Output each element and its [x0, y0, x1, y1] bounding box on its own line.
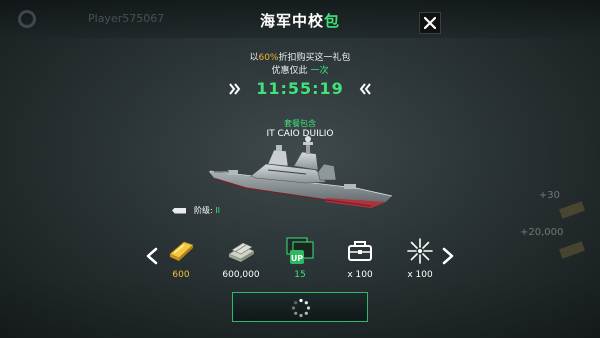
- offer-line-1: 以60%折扣购买这一礼包: [0, 52, 600, 65]
- popup-title: 海军中校包: [0, 10, 600, 31]
- close-icon: [424, 17, 436, 29]
- package-contents-label: 套餐包含: [284, 119, 316, 128]
- warship-image: [207, 136, 393, 208]
- reward-gold: 600: [151, 236, 211, 286]
- double-chevron-left-icon: [359, 82, 371, 95]
- reward-upgrade: UP 15: [270, 236, 330, 286]
- purchase-button[interactable]: [232, 292, 368, 322]
- cash-stack-icon: [228, 242, 255, 262]
- gold-bar-icon: [169, 241, 194, 261]
- tier-value: II: [215, 206, 220, 215]
- countdown-row: 11:55:19: [0, 78, 600, 98]
- toolbox-icon: [348, 241, 372, 261]
- reward-cash-qty: 600,000: [222, 270, 260, 280]
- offer-suffix: 折扣购买这一礼包: [278, 53, 351, 63]
- offer-text: 以60%折扣购买这一礼包 优惠仅此 一次: [0, 52, 600, 78]
- tier-label: 阶级:: [194, 206, 213, 215]
- countdown-timer: 11:55:19: [256, 79, 344, 98]
- reward-starburst-qty: x 100: [407, 270, 433, 280]
- offer-discount: 60%: [258, 53, 279, 63]
- popup-title-accent: 包: [324, 12, 341, 30]
- background-side-value-2: +20,000: [520, 227, 564, 238]
- tier-flag-icon: [172, 207, 186, 214]
- reward-starburst: x 100: [390, 236, 450, 286]
- svg-text:UP: UP: [291, 254, 303, 263]
- upgrade-box-icon: UP: [286, 237, 314, 264]
- popup-title-main: 海军中校: [259, 12, 324, 30]
- offer-limit-accent: 一次: [310, 66, 329, 76]
- reward-gold-qty: 600: [172, 270, 190, 280]
- background-side-value-1: +30: [538, 190, 560, 201]
- offer-line-2: 优惠仅此 一次: [0, 65, 600, 78]
- background-side-panel: +30 +20,000: [520, 190, 600, 280]
- reward-upgrade-qty: 15: [294, 270, 306, 280]
- loading-spinner-icon: [291, 298, 311, 318]
- reward-cash: 600,000: [211, 236, 271, 286]
- reward-toolbox-qty: x 100: [347, 270, 373, 280]
- double-chevron-right-icon: [229, 82, 241, 95]
- offer-limit-prefix: 优惠仅此: [271, 66, 308, 76]
- tier-indicator: 阶级: II: [172, 205, 220, 216]
- reward-toolbox: x 100: [330, 236, 390, 286]
- close-button[interactable]: [419, 12, 441, 34]
- starburst-icon: [407, 238, 433, 264]
